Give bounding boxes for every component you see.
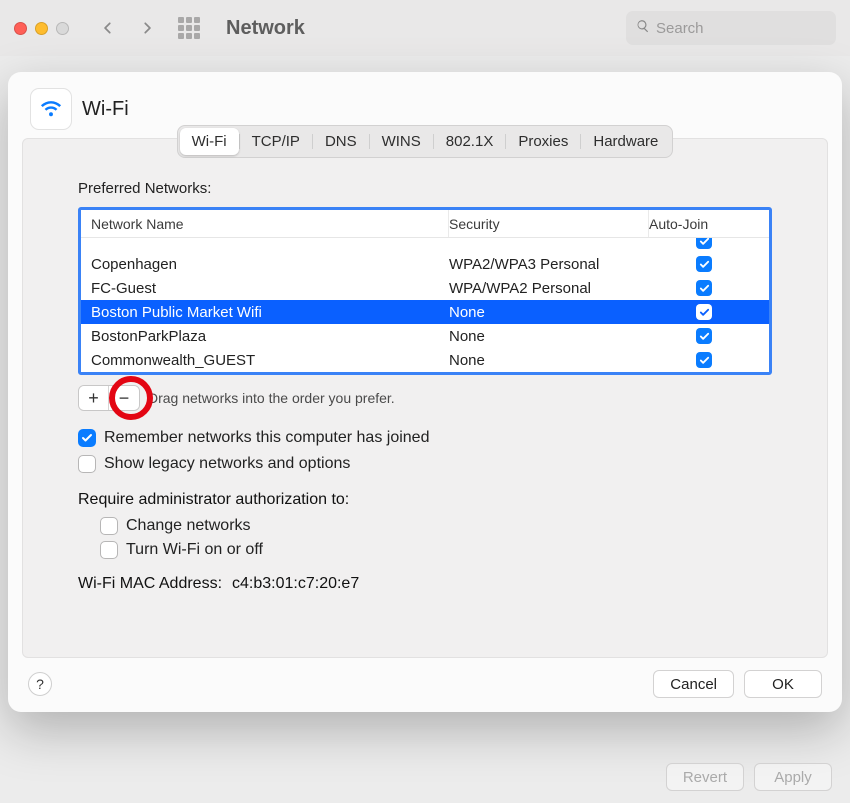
tab-wifi[interactable]: Wi-Fi [180, 128, 239, 155]
admin-auth-label: Require administrator authorization to: [78, 491, 772, 509]
table-row[interactable]: BostonParkPlazaNone [81, 324, 769, 348]
mac-address-value: c4:b3:01:c7:20:e7 [232, 575, 359, 593]
remember-networks-checkbox[interactable] [78, 429, 96, 447]
close-window-button[interactable] [14, 22, 27, 35]
autojoin-checkbox[interactable] [696, 256, 712, 272]
mac-address-label: Wi-Fi MAC Address: [78, 575, 222, 593]
network-autojoin [649, 280, 759, 296]
search-input[interactable] [656, 20, 826, 37]
table-row[interactable] [81, 238, 769, 252]
remove-network-button[interactable]: − [109, 386, 139, 410]
network-autojoin [649, 256, 759, 272]
col-security[interactable]: Security [449, 210, 649, 237]
table-row[interactable]: CopenhagenWPA2/WPA3 Personal [81, 252, 769, 276]
sheet-footer: ? Cancel OK [8, 658, 842, 712]
tab-proxies[interactable]: Proxies [506, 128, 580, 155]
autojoin-checkbox[interactable] [696, 328, 712, 344]
forward-button[interactable] [132, 14, 162, 42]
show-legacy-checkbox[interactable] [78, 455, 96, 473]
tab-wins[interactable]: WINS [370, 128, 433, 155]
search-icon [636, 19, 650, 38]
wifi-icon [30, 88, 72, 130]
autojoin-checkbox[interactable] [696, 238, 712, 249]
network-autojoin [649, 328, 759, 344]
sheet-body: Wi-Fi TCP/IP DNS WINS 802.1X Proxies Har… [22, 138, 828, 658]
tab-8021x[interactable]: 802.1X [434, 128, 506, 155]
network-name: FC-Guest [91, 280, 449, 297]
table-row[interactable]: Commonwealth_GUESTNone [81, 348, 769, 372]
sheet-title: Wi-Fi [82, 98, 129, 121]
page-footer: Revert Apply [666, 763, 832, 791]
network-name: BostonParkPlaza [91, 328, 449, 345]
show-all-icon[interactable] [178, 17, 200, 39]
add-remove-control: + − [78, 385, 140, 411]
network-security: None [449, 352, 649, 369]
change-networks-checkbox[interactable] [100, 517, 118, 535]
toggle-wifi-label: Turn Wi-Fi on or off [126, 541, 263, 559]
zoom-window-button[interactable] [56, 22, 69, 35]
toggle-wifi-checkbox[interactable] [100, 541, 118, 559]
tab-dns[interactable]: DNS [313, 128, 369, 155]
network-security: WPA2/WPA3 Personal [449, 256, 649, 273]
network-name: Commonwealth_GUEST [91, 352, 449, 369]
traffic-lights [14, 22, 69, 35]
window-toolbar: Network [0, 0, 850, 56]
settings-tabs: Wi-Fi TCP/IP DNS WINS 802.1X Proxies Har… [177, 125, 674, 158]
network-name: Boston Public Market Wifi [91, 304, 449, 321]
revert-button[interactable]: Revert [666, 763, 744, 791]
network-security: WPA/WPA2 Personal [449, 280, 649, 297]
autojoin-checkbox[interactable] [696, 352, 712, 368]
tab-tcpip[interactable]: TCP/IP [240, 128, 312, 155]
help-button[interactable]: ? [28, 672, 52, 696]
network-autojoin [649, 304, 759, 320]
preferred-networks-table[interactable]: Network Name Security Auto-Join Copenhag… [78, 207, 772, 375]
col-network-name[interactable]: Network Name [91, 210, 449, 237]
table-row[interactable]: Boston Public Market WifiNone [81, 300, 769, 324]
autojoin-checkbox[interactable] [696, 304, 712, 320]
change-networks-label: Change networks [126, 517, 251, 535]
show-legacy-label: Show legacy networks and options [104, 455, 350, 473]
col-autojoin[interactable]: Auto-Join [649, 210, 759, 237]
cancel-button[interactable]: Cancel [653, 670, 734, 698]
back-button[interactable] [93, 14, 123, 42]
drag-hint: Drag networks into the order you prefer. [148, 390, 395, 406]
network-security: None [449, 304, 649, 321]
remember-networks-label: Remember networks this computer has join… [104, 429, 429, 447]
tab-hardware[interactable]: Hardware [581, 128, 670, 155]
search-field[interactable] [626, 11, 836, 45]
window-title: Network [226, 17, 305, 40]
add-network-button[interactable]: + [79, 386, 109, 410]
table-header: Network Name Security Auto-Join [81, 210, 769, 238]
minimize-window-button[interactable] [35, 22, 48, 35]
ok-button[interactable]: OK [744, 670, 822, 698]
apply-button[interactable]: Apply [754, 763, 832, 791]
wifi-advanced-sheet: Wi-Fi Wi-Fi TCP/IP DNS WINS 802.1X Proxi… [8, 72, 842, 712]
network-autojoin [649, 352, 759, 368]
table-row[interactable]: FC-GuestWPA/WPA2 Personal [81, 276, 769, 300]
nav-arrows [93, 14, 162, 42]
autojoin-checkbox[interactable] [696, 280, 712, 296]
network-security: None [449, 328, 649, 345]
network-name: Copenhagen [91, 256, 449, 273]
preferred-networks-label: Preferred Networks: [78, 180, 772, 197]
